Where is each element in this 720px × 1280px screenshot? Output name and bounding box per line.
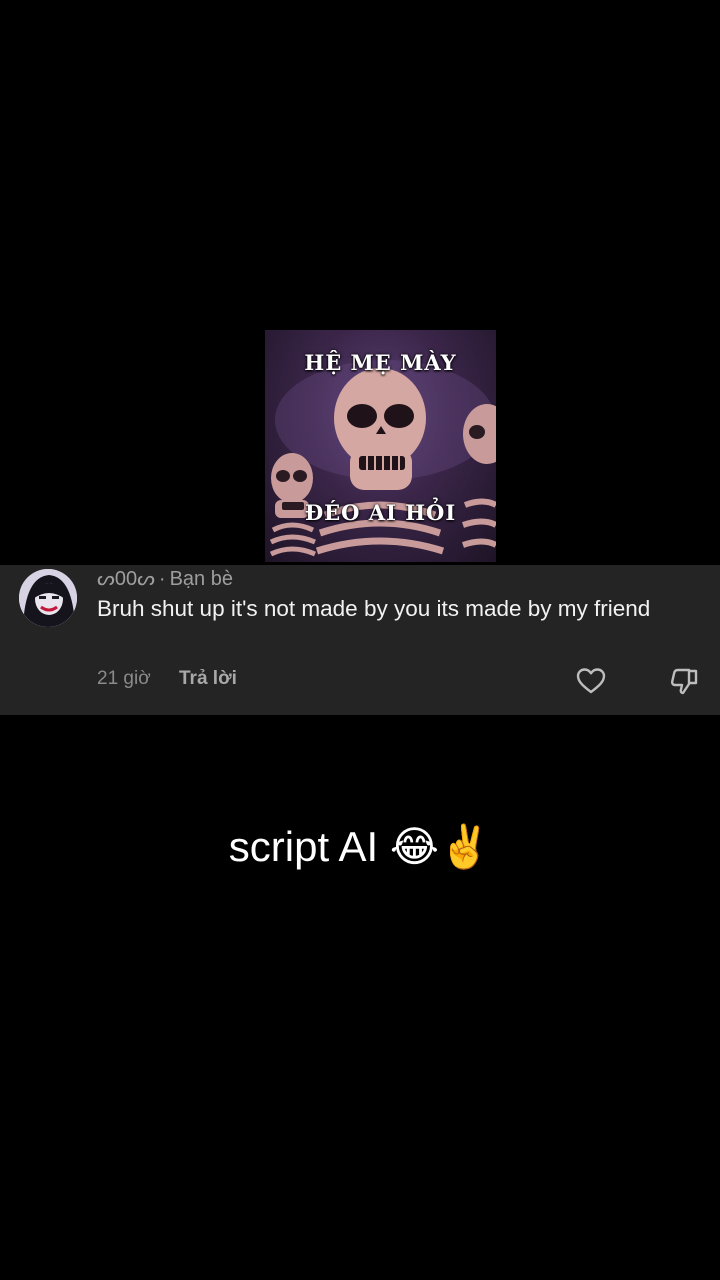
comment-text: Bruh shut up it's not made by you its ma… <box>97 596 651 621</box>
comment-timestamp: 21 giờ <box>97 668 151 689</box>
meme-bottom-caption: ĐÉO AI HỎI <box>304 500 457 525</box>
thumbs-down-icon <box>670 668 698 695</box>
relation-label: Bạn bè <box>169 568 233 590</box>
dislike-button[interactable] <box>668 665 700 697</box>
video-caption: script AI 😂✌️ <box>228 823 492 870</box>
heart-icon <box>576 668 606 694</box>
separator-dot: · <box>158 568 166 590</box>
video-screen: HỆ MẸ MÀY ĐÉO AI HỎI ᔕ00ᔕ · Bạn bè Bruh sh… <box>0 0 720 1280</box>
user-avatar-icon <box>19 569 77 627</box>
avatar[interactable] <box>19 569 77 627</box>
comment-card: ᔕ00ᔕ · Bạn bè Bruh shut up it's not made b… <box>0 565 720 715</box>
username[interactable]: ᔕ00ᔕ <box>97 568 155 590</box>
like-button[interactable] <box>575 665 607 697</box>
meme-top-caption: HỆ MẸ MÀY <box>304 350 457 375</box>
comment-header: ᔕ00ᔕ · Bạn bè <box>97 566 233 591</box>
meme-image: HỆ MẸ MÀY ĐÉO AI HỎI <box>265 330 496 562</box>
reply-button[interactable]: Trả lời <box>179 668 237 690</box>
